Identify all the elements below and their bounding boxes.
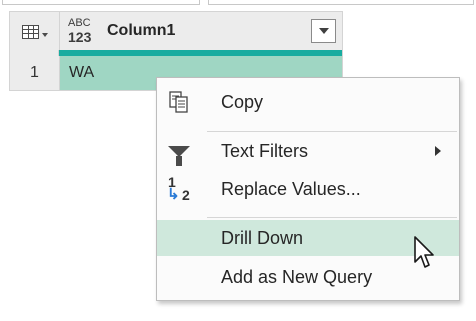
- table-icon: [21, 24, 39, 39]
- chevron-right-icon: [435, 146, 441, 156]
- any-type-icon[interactable]: ABC 123: [68, 17, 104, 44]
- copy-icon: [163, 84, 195, 120]
- column-header-row: ABC 123 Column1: [9, 11, 343, 51]
- menu-item-copy[interactable]: Copy: [157, 84, 459, 120]
- row-number: 1: [10, 56, 60, 90]
- menu-item-label: Replace Values...: [221, 178, 361, 199]
- menu-separator: [207, 131, 457, 132]
- table-menu-button[interactable]: [10, 12, 60, 51]
- type-icon-123: 123: [68, 29, 92, 45]
- top-panel-edge-right: [208, 0, 474, 5]
- top-panel-edge-left: [2, 0, 200, 5]
- chevron-down-icon: [318, 28, 329, 34]
- chevron-down-icon: [41, 32, 48, 37]
- filter-icon: [163, 133, 195, 169]
- column-filter-dropdown[interactable]: [311, 19, 336, 43]
- menu-item-label: Drill Down: [221, 227, 304, 248]
- menu-item-text-filters[interactable]: Text Filters: [157, 133, 459, 169]
- menu-separator: [207, 217, 457, 218]
- menu-item-replace-values[interactable]: 1 ↳ 2 Replace Values...: [157, 171, 459, 207]
- mouse-pointer-icon: [414, 236, 434, 268]
- column-header-name[interactable]: Column1: [107, 22, 175, 40]
- type-icon-abc: ABC: [68, 17, 91, 29]
- replace-values-icon: 1 ↳ 2: [167, 174, 190, 203]
- menu-item-label: Text Filters: [221, 140, 309, 161]
- menu-item-label: Copy: [221, 91, 264, 112]
- menu-item-label: Add as New Query: [221, 266, 373, 287]
